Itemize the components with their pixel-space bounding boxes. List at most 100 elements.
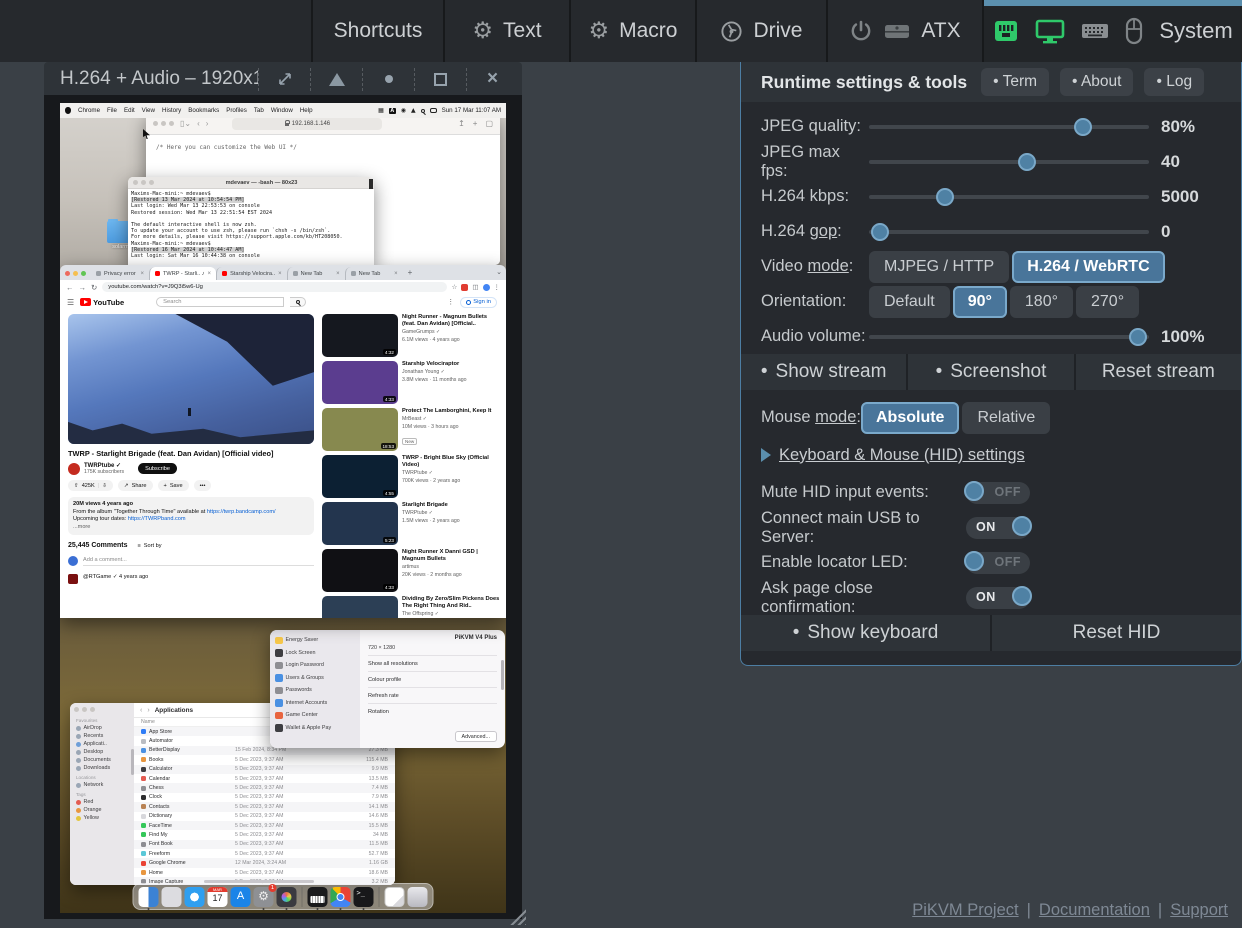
tab-close-icon[interactable]: × <box>278 271 282 277</box>
about-button[interactable]: • About <box>1060 68 1133 96</box>
suggested-video[interactable]: Dividing By Zero/Slim Pickens Does The R… <box>322 596 502 618</box>
chrome-tab[interactable]: Starship Velocira.. × <box>216 267 287 280</box>
save-button[interactable]: +Save <box>158 480 189 491</box>
window-fullscreen-button[interactable] <box>258 68 310 91</box>
window-resize-grip[interactable] <box>508 909 526 925</box>
mouse-mode-absolute-button[interactable]: Absolute <box>861 402 959 434</box>
extensions-icon[interactable]: ◫ <box>472 283 478 291</box>
finder-file-row[interactable]: FaceTime 5 Dec 2023, 9:37 AM 15.5 MB <box>134 821 395 830</box>
tab-close-icon[interactable]: × <box>140 271 144 277</box>
description-link[interactable]: https://twrp.bandcamp.com/ <box>207 509 276 515</box>
window-raise-button[interactable] <box>310 68 362 91</box>
forward-icon[interactable]: › <box>147 707 149 714</box>
chrome-nav-buttons[interactable]: ←→↻ <box>66 283 97 292</box>
chrome-tab[interactable]: Privacy error × <box>91 267 149 280</box>
adblock-extension-icon[interactable] <box>461 284 468 291</box>
system-settings-icon[interactable]: ⚙1 <box>254 887 274 907</box>
jpeg-max-fps-slider[interactable] <box>869 153 1149 171</box>
finder-file-row[interactable]: Calendar 5 Dec 2023, 9:37 AM 13.5 MB <box>134 774 395 783</box>
finder-file-row[interactable]: Clock 5 Dec 2023, 9:37 AM 7.9 MB <box>134 793 395 802</box>
log-button[interactable]: • Log <box>1144 68 1204 96</box>
nav-atx-button[interactable]: ATX <box>826 0 982 62</box>
new-tab-button[interactable]: + <box>408 268 413 277</box>
trash-icon[interactable] <box>408 887 428 907</box>
channel-avatar[interactable] <box>68 463 80 475</box>
close-confirmation-toggle[interactable]: ON <box>966 587 1030 609</box>
description-link[interactable]: https://TWRPband.com <box>128 516 186 522</box>
youtube-video-player[interactable] <box>68 314 314 444</box>
settings-row-rotation[interactable]: Rotation <box>368 703 497 719</box>
settings-sidebar-item[interactable]: Wallet & Apple Pay <box>275 722 355 735</box>
youtube-search-button[interactable] <box>290 297 306 307</box>
suggested-video[interactable]: 4:33 Starship Velociraptor Jonathan Youn… <box>322 361 502 404</box>
youtube-logo[interactable]: YouTube <box>80 298 124 307</box>
calendar-icon[interactable]: MAR17 <box>208 887 228 907</box>
chrome-tab[interactable]: New Tab × <box>287 267 345 280</box>
finder-file-row[interactable]: Freeform 5 Dec 2023, 9:37 AM 52.7 MB <box>134 849 395 858</box>
app-store-icon[interactable]: A <box>231 887 251 907</box>
mouse-mode-relative-button[interactable]: Relative <box>962 402 1050 434</box>
more-actions-button[interactable]: ••• <box>194 480 212 491</box>
add-comment-input[interactable]: Add a comment... <box>83 557 314 566</box>
finder-file-row[interactable]: Dictionary 5 Dec 2023, 9:37 AM 14.6 MB <box>134 812 395 821</box>
scrollbar-thumb[interactable] <box>369 179 373 189</box>
bookmark-star-icon[interactable]: ☆ <box>452 283 458 291</box>
finder-file-row[interactable]: Calculator 5 Dec 2023, 9:37 AM 9.9 MB <box>134 765 395 774</box>
finder-sidebar-item[interactable]: Recents <box>74 732 130 740</box>
hamburger-menu-icon[interactable]: ☰ <box>67 298 74 307</box>
finder-sidebar-item[interactable]: Documents <box>74 756 130 764</box>
profile-avatar[interactable] <box>483 284 490 291</box>
settings-sidebar-item[interactable]: Lock Screen <box>275 647 355 660</box>
youtube-signin-button[interactable]: Sign in <box>460 297 497 308</box>
chrome-tab[interactable]: New Tab × <box>345 267 403 280</box>
finder-sidebar-item[interactable]: Network <box>74 781 130 789</box>
finder-file-row[interactable]: Chess 5 Dec 2023, 9:37 AM 7.4 MB <box>134 783 395 792</box>
finder-file-row[interactable]: Font Book 5 Dec 2023, 9:37 AM 11.5 MB <box>134 840 395 849</box>
pikvm-project-link[interactable]: PiKVM Project <box>912 901 1018 919</box>
advanced-button[interactable]: Advanced... <box>455 731 497 742</box>
nav-text-button[interactable]: ⚙ Text <box>443 0 569 62</box>
documents-icon[interactable] <box>385 887 405 907</box>
quicktime-icon[interactable] <box>277 887 297 907</box>
nav-macro-button[interactable]: ⚙ Macro <box>569 0 695 62</box>
locator-led-toggle[interactable]: OFF <box>966 552 1030 574</box>
finder-file-row[interactable]: Google Chrome 12 Mar 2024, 3:24 AM 1.16 … <box>134 858 395 867</box>
video-mode-h264-button[interactable]: H.264 / WebRTC <box>1012 251 1164 283</box>
stream-window-titlebar[interactable]: H.264 + Audio – 1920x10 × <box>44 62 522 95</box>
settings-sidebar-item[interactable]: Energy Saver <box>275 634 355 647</box>
suggested-video[interactable]: 18:53 Protect The Lamborghini, Keep It M… <box>322 408 502 451</box>
mute-hid-toggle[interactable]: OFF <box>966 482 1030 504</box>
orientation-270-button[interactable]: 270° <box>1076 286 1139 318</box>
remote-desktop-stream[interactable]: Chrome File Edit View History Bookmarks … <box>60 103 506 913</box>
terminal-icon[interactable]: >_ <box>354 887 374 907</box>
reset-hid-button[interactable]: Reset HID <box>990 615 1241 651</box>
share-button[interactable]: ↗Share <box>118 480 153 491</box>
finder-tag-item[interactable]: Orange <box>74 806 130 814</box>
finder-file-row[interactable]: Home 5 Dec 2023, 9:37 AM 18.6 MB <box>134 868 395 877</box>
jpeg-quality-slider[interactable] <box>869 118 1149 136</box>
settings-sidebar-item[interactable]: Login Password <box>275 659 355 672</box>
settings-sidebar-item[interactable]: Game Center <box>275 709 355 722</box>
orientation-90-button[interactable]: 90° <box>953 286 1007 318</box>
like-dislike-button[interactable]: ⇧425K|⇩ <box>68 480 113 491</box>
video-mode-mjpeg-button[interactable]: MJPEG / HTTP <box>869 251 1009 283</box>
finder-file-row[interactable]: Books 5 Dec 2023, 9:37 AM 115.4 MB <box>134 755 395 764</box>
finder-icon[interactable] <box>139 887 159 907</box>
midi-keyboard-icon[interactable] <box>308 887 328 907</box>
mode-help-link[interactable]: mode <box>815 408 856 426</box>
nav-drive-button[interactable]: Drive <box>695 0 826 62</box>
window-original-size-button[interactable] <box>362 68 414 91</box>
chrome-menu-icon[interactable]: ⋮ <box>494 283 501 291</box>
safari-icon[interactable] <box>185 887 205 907</box>
settings-row-resolutions[interactable]: Show all resolutions <box>368 655 497 671</box>
finder-sidebar-item[interactable]: Downloads <box>74 764 130 772</box>
settings-row-refresh-rate[interactable]: Refresh rate <box>368 687 497 703</box>
terminal-button[interactable]: • Term <box>981 68 1049 96</box>
tab-close-icon[interactable]: × <box>336 271 340 277</box>
show-stream-button[interactable]: •Show stream <box>741 354 906 390</box>
window-maximize-button[interactable] <box>414 68 466 91</box>
channel-name[interactable]: TWRPtube ✓ <box>84 462 124 469</box>
chrome-tab[interactable]: TWRP - Starli.. ♪ × <box>149 267 216 280</box>
settings-row-colour-profile[interactable]: Colour profile <box>368 671 497 687</box>
orientation-default-button[interactable]: Default <box>869 286 950 318</box>
